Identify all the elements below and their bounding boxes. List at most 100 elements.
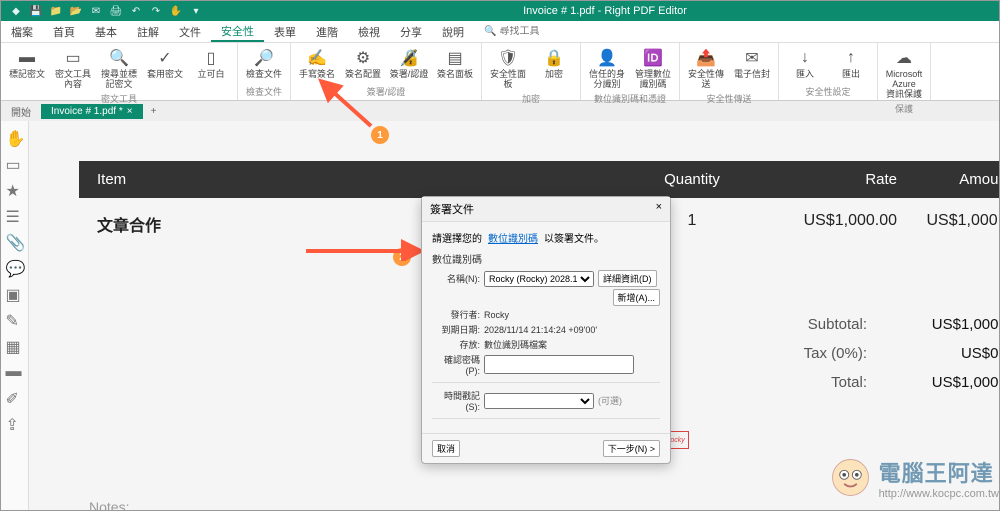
whiteout-icon: ▯	[200, 47, 222, 69]
menu-form[interactable]: 表單	[264, 21, 306, 42]
hand-sign-button[interactable]: ✍手寫簽名	[295, 45, 339, 82]
watermark-title: 電腦王阿達	[879, 456, 999, 488]
expiry-label: 到期日期:	[432, 323, 480, 336]
stamp-icon[interactable]: ▣	[6, 285, 24, 303]
menu-bar: 檔案 首頁 基本 註解 文件 安全性 表單 進階 檢視 分享 說明 🔍	[1, 21, 999, 43]
inspect-doc-icon: 🔎	[253, 47, 275, 69]
group-label: 簽署/認證	[367, 85, 406, 98]
ribbon: ▬標記密文▭密文工具內容🔍搜尋並標記密文✓套用密文▯立可白密文工具🔎檢查文件檢查…	[1, 43, 999, 101]
encrypt-button[interactable]: 🔒加密	[532, 45, 576, 92]
notes-label: Notes:	[89, 499, 129, 510]
add-tab-icon[interactable]: +	[143, 104, 165, 119]
col-rate: Rate	[747, 171, 897, 188]
add-button[interactable]: 新增(A)...	[613, 289, 661, 306]
email-proof-icon: ✉	[741, 47, 763, 69]
security-panel-icon: 🛡	[497, 47, 519, 69]
hand-icon[interactable]: ✋	[6, 129, 24, 147]
dialog-close-icon[interactable]: ×	[656, 201, 662, 217]
sign-config-button[interactable]: ⚙簽名配置	[341, 45, 385, 82]
search-mark-button[interactable]: 🔍搜尋並標記密文	[97, 45, 141, 92]
save-icon[interactable]: 💾	[29, 4, 43, 18]
title-bar: ◆ 💾 📁 📂 ✉ 🖨 ↶ ↷ ✋ ▾ Invoice # 1.pdf - Ri…	[1, 1, 999, 21]
menu-advanced[interactable]: 進階	[306, 21, 348, 42]
redo-icon[interactable]: ↷	[149, 4, 163, 18]
redact-icon[interactable]: ▬	[6, 363, 24, 381]
menu-security[interactable]: 安全性	[211, 21, 264, 42]
sign-config-icon: ⚙	[352, 47, 374, 69]
tool-search[interactable]: 🔍	[484, 26, 559, 37]
app-icon[interactable]: ◆	[9, 4, 23, 18]
azure-icon: ☁	[893, 47, 915, 69]
undo-icon[interactable]: ↶	[129, 4, 143, 18]
import-icon: ↓	[794, 47, 816, 69]
group-label: 安全性傳送	[706, 92, 751, 105]
search-mark-icon: 🔍	[108, 47, 130, 69]
secure-send-button[interactable]: 📤安全性傳送	[684, 45, 728, 92]
name-select[interactable]: Rocky (Rocky) 2028.11.14	[484, 271, 594, 287]
email-icon[interactable]: ✉	[89, 4, 103, 18]
group-label: 加密	[522, 92, 540, 105]
manage-digital-id-button[interactable]: 🆔管理數位識別碼	[631, 45, 675, 92]
more-icon[interactable]: ▾	[189, 4, 203, 18]
sign-panel-button[interactable]: ▤簽名面板	[433, 45, 477, 82]
digital-id-link[interactable]: 數位識別碼	[488, 230, 538, 245]
close-tab-icon[interactable]: ×	[127, 106, 133, 117]
password-input[interactable]	[484, 355, 634, 374]
email-proof-button[interactable]: ✉電子信封	[730, 45, 774, 92]
group-label: 數位識別碼和憑證	[594, 92, 666, 105]
group-label: 保護	[895, 102, 913, 115]
callout-1: 1	[371, 126, 389, 144]
ribbon-group: ↓匯入↑匯出安全性設定	[779, 43, 878, 100]
dialog-intro: 請選擇您的 數位識別碼 以簽署文件。	[432, 230, 660, 245]
trusted-id-button[interactable]: 👤信任的身分識別	[585, 45, 629, 92]
list-icon[interactable]: ☰	[6, 207, 24, 225]
azure-button[interactable]: ☁Microsoft Azure資訊保護	[882, 45, 926, 102]
menu-document[interactable]: 文件	[169, 21, 211, 42]
col-item: Item	[97, 171, 637, 188]
trusted-id-icon: 👤	[596, 47, 618, 69]
open-icon[interactable]: 📂	[69, 4, 83, 18]
menu-share[interactable]: 分享	[390, 21, 432, 42]
doc-tab[interactable]: Invoice # 1.pdf *×	[41, 104, 143, 119]
ribbon-group: 📤安全性傳送✉電子信封安全性傳送	[680, 43, 779, 100]
menu-view[interactable]: 檢視	[348, 21, 390, 42]
mark-redact-button[interactable]: ▬標記密文	[5, 45, 49, 92]
layers-icon[interactable]: ▦	[6, 337, 24, 355]
signature-icon[interactable]: ✎	[6, 311, 24, 329]
edit-icon[interactable]: ✐	[6, 389, 24, 407]
folder-icon[interactable]: 📁	[49, 4, 63, 18]
next-button[interactable]: 下一步(N) >	[603, 440, 660, 457]
dialog-title: 簽署文件	[430, 201, 474, 217]
apply-redact-button[interactable]: ✓套用密文	[143, 45, 187, 92]
start-tab[interactable]: 開始	[1, 102, 41, 121]
share-icon[interactable]: ⇪	[6, 415, 24, 433]
comment-icon[interactable]: 💬	[6, 259, 24, 277]
menu-file[interactable]: 檔案	[1, 21, 43, 42]
col-amt: Amount	[897, 171, 999, 188]
sign-panel-icon: ▤	[444, 47, 466, 69]
encrypt-icon: 🔒	[543, 47, 565, 69]
timestamp-select[interactable]	[484, 393, 594, 409]
attachment-icon[interactable]: 📎	[6, 233, 24, 251]
redact-content-icon: ▭	[62, 47, 84, 69]
pointer-icon[interactable]: ▭	[6, 155, 24, 173]
ribbon-group: 🔎檢查文件檢查文件	[238, 43, 291, 100]
whiteout-button[interactable]: ▯立可白	[189, 45, 233, 92]
redact-content-button[interactable]: ▭密文工具內容	[51, 45, 95, 92]
menu-annotate[interactable]: 註解	[127, 21, 169, 42]
hand-icon[interactable]: ✋	[169, 4, 183, 18]
sign-cert-button[interactable]: 🔏簽署/認證	[387, 45, 431, 82]
security-panel-button[interactable]: 🛡安全性面板	[486, 45, 530, 92]
export-button[interactable]: ↑匯出	[829, 45, 873, 82]
cancel-button[interactable]: 取消	[432, 440, 460, 457]
details-button[interactable]: 詳細資訊(D)	[598, 270, 657, 287]
document-tabs: 開始 Invoice # 1.pdf *× +	[1, 101, 999, 121]
bookmark-icon[interactable]: ★	[6, 181, 24, 199]
menu-help[interactable]: 說明	[432, 21, 474, 42]
print-icon[interactable]: 🖨	[109, 4, 123, 18]
tool-search-input[interactable]	[499, 26, 559, 37]
menu-home[interactable]: 首頁	[43, 21, 85, 42]
import-button[interactable]: ↓匯入	[783, 45, 827, 82]
inspect-doc-button[interactable]: 🔎檢查文件	[242, 45, 286, 82]
menu-basic[interactable]: 基本	[85, 21, 127, 42]
